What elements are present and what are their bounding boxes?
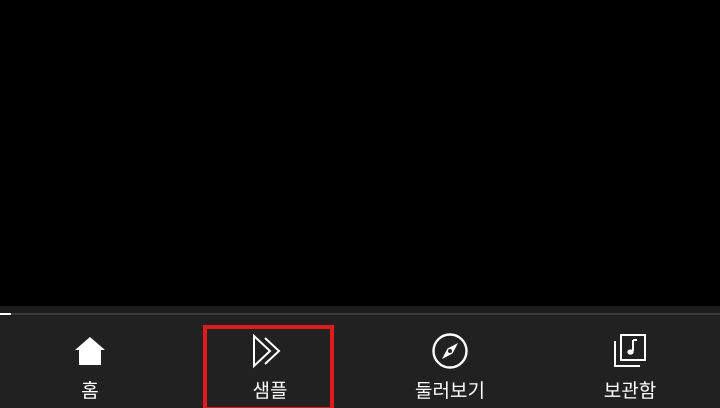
video-player-area[interactable] bbox=[0, 0, 720, 306]
progress-bar[interactable] bbox=[0, 313, 720, 315]
app-screen: 홈 샘플 둘러보기 보관함 bbox=[0, 0, 720, 408]
explore-icon bbox=[431, 332, 469, 370]
nav-item-explore[interactable]: 둘러보기 bbox=[360, 316, 540, 408]
nav-item-samples[interactable]: 샘플 bbox=[180, 316, 360, 408]
home-icon bbox=[71, 332, 109, 370]
nav-item-home-label: 홈 bbox=[81, 380, 99, 402]
bottom-navigation-bar: 홈 샘플 둘러보기 보관함 bbox=[0, 316, 720, 408]
nav-item-home[interactable]: 홈 bbox=[0, 316, 180, 408]
nav-item-library-label: 보관함 bbox=[603, 380, 657, 402]
progress-bar-fill bbox=[0, 313, 11, 315]
samples-icon bbox=[251, 332, 289, 370]
library-icon bbox=[611, 332, 649, 370]
nav-item-samples-label: 샘플 bbox=[252, 380, 288, 402]
nav-item-library[interactable]: 보관함 bbox=[540, 316, 720, 408]
nav-item-explore-label: 둘러보기 bbox=[415, 380, 485, 402]
